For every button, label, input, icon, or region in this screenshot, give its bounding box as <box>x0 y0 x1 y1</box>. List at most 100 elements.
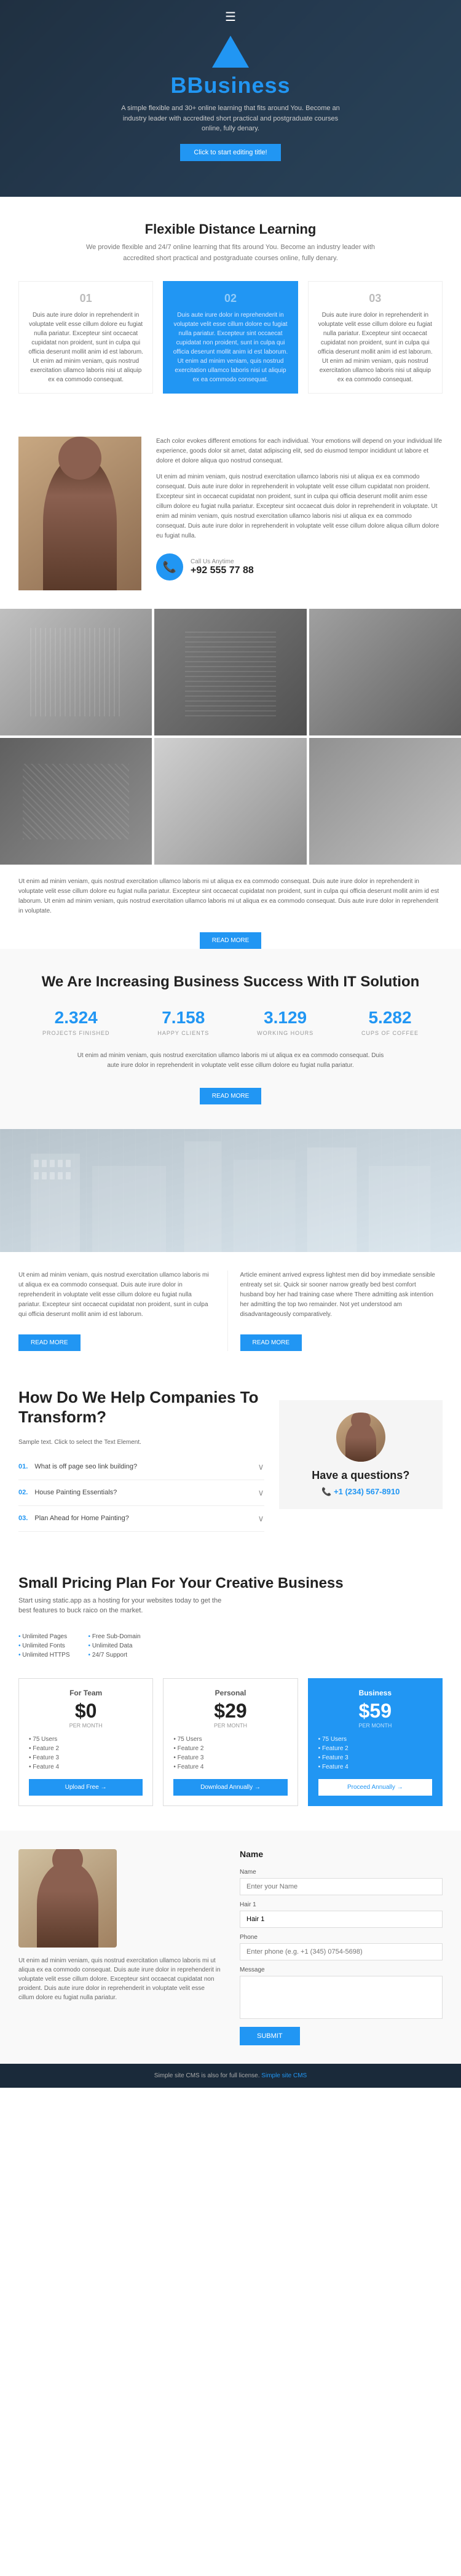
stats-read-more-button[interactable]: READ MORE <box>200 1088 262 1104</box>
faq-chevron-1-icon: ∨ <box>258 1462 264 1472</box>
faq-chevron-3-icon: ∨ <box>258 1513 264 1524</box>
pricing-feature-2-2: Unlimited Data <box>89 1643 141 1649</box>
plan-feature-0-1: Feature 2 <box>29 1745 143 1752</box>
hero-title: BBusiness <box>170 73 290 98</box>
faq-chevron-2-icon: ∨ <box>258 1488 264 1498</box>
plan-price-2: $59 <box>318 1700 432 1722</box>
photo-cell-5 <box>154 738 306 865</box>
pricing-title: Small Pricing Plan For Your Creative Bus… <box>18 1575 443 1592</box>
plan-features-1: 75 Users Feature 2 Feature 3 Feature 4 <box>173 1736 287 1770</box>
hero-subtitle: A simple flexible and 30+ online learnin… <box>114 103 347 134</box>
photo-cell-1 <box>0 609 152 735</box>
hair-select[interactable]: Hair 1 Hair 2 Hair 3 <box>240 1911 443 1928</box>
plan-period-0: PER MONTH <box>29 1722 143 1729</box>
gallery-text: Ut enim ad minim veniam, quis nostrud ex… <box>18 877 443 916</box>
faq-sample-text: Sample text. Click to select the Text El… <box>18 1439 264 1446</box>
photo-cell-4 <box>0 738 152 865</box>
stats-grid: 2.324 PROJECTS FINISHED 7.158 HAPPY CLIE… <box>18 1008 443 1036</box>
plan-feature-1-3: Feature 4 <box>173 1764 287 1770</box>
contact-right: Name Name Hair 1 Hair 1 Hair 2 Hair 3 Ph… <box>240 1849 443 2045</box>
big-image <box>0 1129 461 1252</box>
gallery-text-section: Ut enim ad minim veniam, quis nostrud ex… <box>0 865 461 949</box>
photo-grid <box>0 609 461 865</box>
photo-cell-6 <box>309 738 461 865</box>
plan-btn-1[interactable]: Download Annually → <box>173 1779 287 1796</box>
phone-icon-small: 📞 <box>321 1487 331 1496</box>
form-group-phone: Phone <box>240 1934 443 1960</box>
pricing-feature-1-1: Unlimited Pages <box>18 1633 70 1640</box>
plan-features-0: 75 Users Feature 2 Feature 3 Feature 4 <box>29 1736 143 1770</box>
plan-price-0: $0 <box>29 1700 143 1722</box>
pricing-card-1: Personal $29 PER MONTH 75 Users Feature … <box>163 1678 297 1806</box>
feature-card-1: 01 Duis aute irure dolor in reprehenderi… <box>18 281 153 394</box>
plan-name-1: Personal <box>173 1689 287 1697</box>
feature-text-2: Duis aute irure dolor in reprehenderit i… <box>172 311 288 384</box>
call-info: Call Us Anytime +92 555 77 88 <box>191 558 254 576</box>
contact-left: Ut enim ad minim veniam, quis nostrud ex… <box>18 1849 240 2045</box>
call-label: Call Us Anytime <box>191 558 254 565</box>
feature-card-2: 02 Duis aute irure dolor in reprehenderi… <box>163 281 297 394</box>
plan-period-1: PER MONTH <box>173 1722 287 1729</box>
gallery-read-more-button[interactable]: READ MORE <box>200 932 262 949</box>
pricing-feature-1-3: Unlimited HTTPS <box>18 1652 70 1659</box>
feature-number-1: 01 <box>28 290 144 307</box>
photo-cell-3 <box>309 609 461 735</box>
plan-feature-0-3: Feature 4 <box>29 1764 143 1770</box>
footer-link[interactable]: Simple site CMS <box>261 2072 307 2079</box>
plan-feature-1-0: 75 Users <box>173 1736 287 1743</box>
submit-button[interactable]: SUBMIT <box>240 2027 300 2045</box>
phone-label: Phone <box>240 1934 443 1941</box>
stat-item-0: 2.324 PROJECTS FINISHED <box>42 1008 110 1036</box>
faq-item-3[interactable]: 03. Plan Ahead for Home Painting? ∨ <box>18 1506 264 1532</box>
plan-feature-2-2: Feature 3 <box>318 1754 432 1761</box>
plan-price-1: $29 <box>173 1700 287 1722</box>
plan-period-2: PER MONTH <box>318 1722 432 1729</box>
plan-name-2: Business <box>318 1689 432 1697</box>
faq-right: Have a questions? 📞 +1 (234) 567-8910 <box>279 1388 443 1531</box>
contact-avatar <box>18 1849 117 1948</box>
form-group-message: Message <box>240 1967 443 2021</box>
name-input[interactable] <box>240 1878 443 1895</box>
article-2: Article eminent arrived express lightest… <box>228 1270 443 1351</box>
phone-input[interactable] <box>240 1943 443 1960</box>
stat-label-1: HAPPY CLIENTS <box>157 1030 209 1036</box>
message-label: Message <box>240 1967 443 1973</box>
learning-subtitle: We provide flexible and 24/7 online lear… <box>77 242 384 264</box>
profile-section: Each color evokes different emotions for… <box>0 418 461 609</box>
photo-cell-2 <box>154 609 306 735</box>
stat-label-3: CUPS OF COFFEE <box>361 1030 419 1036</box>
faq-section: How Do We Help Companies To Transform? S… <box>0 1369 461 1550</box>
plan-feature-2-0: 75 Users <box>318 1736 432 1743</box>
faq-avatar <box>336 1413 385 1462</box>
call-number: +92 555 77 88 <box>191 565 254 576</box>
hero-cta-button[interactable]: Click to start editing title! <box>180 144 280 161</box>
faq-avatar-figure <box>345 1422 376 1462</box>
hamburger-icon[interactable]: ☰ <box>225 9 236 25</box>
pricing-cards: For Team $0 PER MONTH 75 Users Feature 2… <box>18 1678 443 1806</box>
profile-figure <box>43 455 117 590</box>
plan-feature-1-2: Feature 3 <box>173 1754 287 1761</box>
faq-left: How Do We Help Companies To Transform? S… <box>18 1388 264 1531</box>
pricing-subtitle: Start using static.app as a hosting for … <box>18 1596 227 1616</box>
pricing-feature-1-2: Unlimited Fonts <box>18 1643 70 1649</box>
learning-title: Flexible Distance Learning <box>18 221 443 237</box>
phone-icon: 📞 <box>156 553 183 581</box>
feature-text-1: Duis aute irure dolor in reprehenderit i… <box>28 311 144 384</box>
plan-feature-0-0: 75 Users <box>29 1736 143 1743</box>
plan-btn-0[interactable]: Upload Free → <box>29 1779 143 1796</box>
article-1-read-more-button[interactable]: READ MORE <box>18 1334 81 1351</box>
contact-section: Ut enim ad minim veniam, quis nostrud ex… <box>0 1831 461 2064</box>
pricing-feature-2-3: 24/7 Support <box>89 1652 141 1659</box>
article-2-read-more-button[interactable]: READ MORE <box>240 1334 302 1351</box>
plan-btn-2[interactable]: Proceed Annually → <box>318 1779 432 1796</box>
message-textarea[interactable] <box>240 1976 443 2019</box>
have-questions-phone: 📞 +1 (234) 567-8910 <box>291 1487 430 1497</box>
footer: Simple site CMS is also for full license… <box>0 2064 461 2088</box>
articles-section: Ut enim ad minim veniam, quis nostrud ex… <box>0 1252 461 1369</box>
feature-card-3: 03 Duis aute irure dolor in reprehenderi… <box>308 281 443 394</box>
features-grid: 01 Duis aute irure dolor in reprehenderi… <box>18 281 443 394</box>
article-1-text: Ut enim ad minim veniam, quis nostrud ex… <box>18 1270 215 1320</box>
faq-item-2[interactable]: 02. House Painting Essentials? ∨ <box>18 1480 264 1506</box>
faq-item-1[interactable]: 01. What is off page seo link building? … <box>18 1454 264 1480</box>
stat-number-2: 3.129 <box>257 1008 313 1028</box>
